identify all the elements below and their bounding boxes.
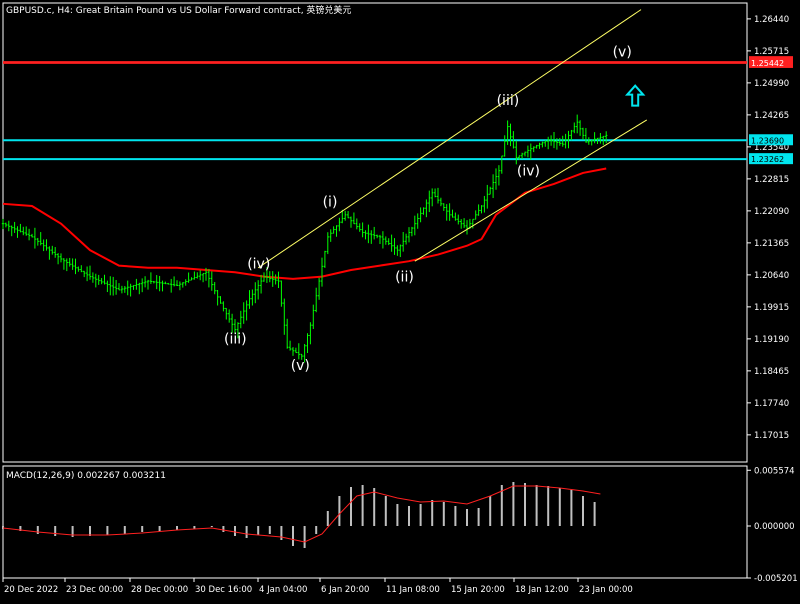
macd-histogram-bar [338, 496, 341, 526]
macd-histogram-bar [558, 488, 561, 526]
wave-label: (v) [613, 45, 632, 61]
macd-histogram-bar [292, 526, 294, 546]
time-axis-label: 23 Dec 00:00 [66, 585, 123, 595]
macd-histogram-bar [303, 526, 306, 548]
macd-histogram-bar [326, 511, 329, 526]
macd-histogram-bar [280, 526, 283, 540]
macd-axis-label: 0.000000 [754, 522, 795, 532]
macd-histogram-bar [384, 496, 387, 526]
price-axis-label: 1.21365 [754, 239, 789, 249]
price-axis-label: 1.25715 [754, 47, 789, 57]
price-axis-label: 1.19915 [754, 303, 789, 313]
price-axis-label: 1.19190 [754, 335, 789, 345]
macd-histogram-bar [36, 526, 39, 534]
macd-histogram-bar [512, 482, 515, 526]
price-axis-label: 1.18465 [754, 367, 789, 377]
macd-histogram-bar [222, 526, 225, 532]
macd-histogram-bar [176, 526, 178, 530]
macd-histogram-bar [123, 526, 126, 534]
chart-canvas[interactable]: GBPUSD.c, H4: Great Britain Pound vs US … [0, 0, 800, 600]
time-axis-label: 30 Dec 16:00 [195, 585, 252, 595]
macd-histogram-bar [408, 506, 410, 526]
trend-channel-line[interactable] [257, 9, 642, 269]
macd-histogram-bar [593, 502, 596, 526]
trading-chart-window[interactable]: GBPUSD.c, H4: Great Britain Pound vs US … [0, 0, 800, 600]
macd-histogram-bar [524, 483, 526, 526]
macd-histogram-bar [535, 485, 538, 526]
macd-histogram-bar [419, 504, 422, 526]
macd-histogram-bar [431, 500, 434, 526]
macd-histogram-bar [141, 526, 144, 532]
macd-histogram-bar [396, 504, 399, 526]
time-axis-label: 23 Jan 00:00 [579, 585, 633, 595]
macd-histogram-bar [210, 526, 213, 527]
macd-histogram-bar [158, 526, 161, 531]
price-axis-label: 1.22815 [754, 175, 789, 185]
time-axis-label: 20 Dec 2022 [4, 585, 58, 595]
wave-label: (iv) [517, 164, 540, 180]
macd-histogram-bar [570, 490, 573, 526]
macd-label: MACD(12,26,9) 0.002267 0.003211 [6, 471, 166, 481]
macd-histogram-bar [477, 508, 480, 526]
level-label: 1.25442 [751, 59, 784, 68]
macd-axis-label: 0.005574 [754, 466, 795, 476]
macd-histogram-bar [373, 488, 376, 526]
wave-label: (ii) [395, 270, 414, 286]
wave-label: (iv) [247, 256, 270, 272]
wave-label: (iii) [497, 93, 520, 109]
main-plot-frame [2, 2, 748, 463]
macd-histogram-bar [234, 526, 236, 536]
macd-signal-line [2, 485, 601, 543]
macd-histogram-bar [54, 526, 57, 536]
macd-histogram-bar [106, 526, 109, 535]
level-label: 1.23262 [751, 155, 784, 164]
time-axis-label: 11 Jan 08:00 [386, 585, 440, 595]
time-axis-label: 4 Jan 04:00 [259, 585, 307, 595]
price-axis-label: 1.20640 [754, 271, 789, 281]
macd-histogram-bar [547, 486, 550, 526]
price-axis-label: 1.22090 [754, 207, 789, 217]
chart-title: GBPUSD.c, H4: Great Britain Pound vs US … [6, 4, 351, 16]
time-axis-label: 6 Jan 20:00 [321, 585, 369, 595]
wave-label: (v) [291, 358, 310, 374]
up-arrow-icon [624, 84, 646, 107]
macd-histogram-bar [489, 496, 492, 526]
moving-average-line [2, 167, 607, 280]
macd-histogram-bar [315, 526, 318, 534]
price-axis-label: 1.24990 [754, 79, 789, 89]
time-axis-label: 28 Dec 00:00 [131, 585, 188, 595]
level-label: 1.23690 [751, 136, 784, 145]
wave-label: (i) [323, 195, 338, 211]
macd-histogram-bar [268, 526, 271, 534]
price-axis-label: 1.26440 [754, 15, 789, 25]
wave-label: (iii) [224, 331, 247, 347]
time-axis-label: 18 Jan 12:00 [515, 585, 569, 595]
macd-histogram-bar [454, 506, 457, 526]
macd-histogram-bar [442, 502, 445, 526]
price-axis-label: 1.24265 [754, 111, 789, 121]
macd-histogram-bar [582, 496, 584, 526]
price-axis-label: 1.17015 [754, 431, 789, 441]
macd-axis-label: -0.005201 [754, 574, 798, 584]
macd-histogram-bar [361, 485, 364, 526]
macd-histogram-bar [245, 526, 248, 538]
macd-histogram-bar [257, 526, 260, 535]
price-axis-label: 1.17740 [754, 399, 789, 409]
macd-histogram-bar [350, 487, 352, 526]
time-axis-label: 15 Jan 20:00 [451, 585, 505, 595]
macd-histogram-bar [466, 509, 468, 526]
